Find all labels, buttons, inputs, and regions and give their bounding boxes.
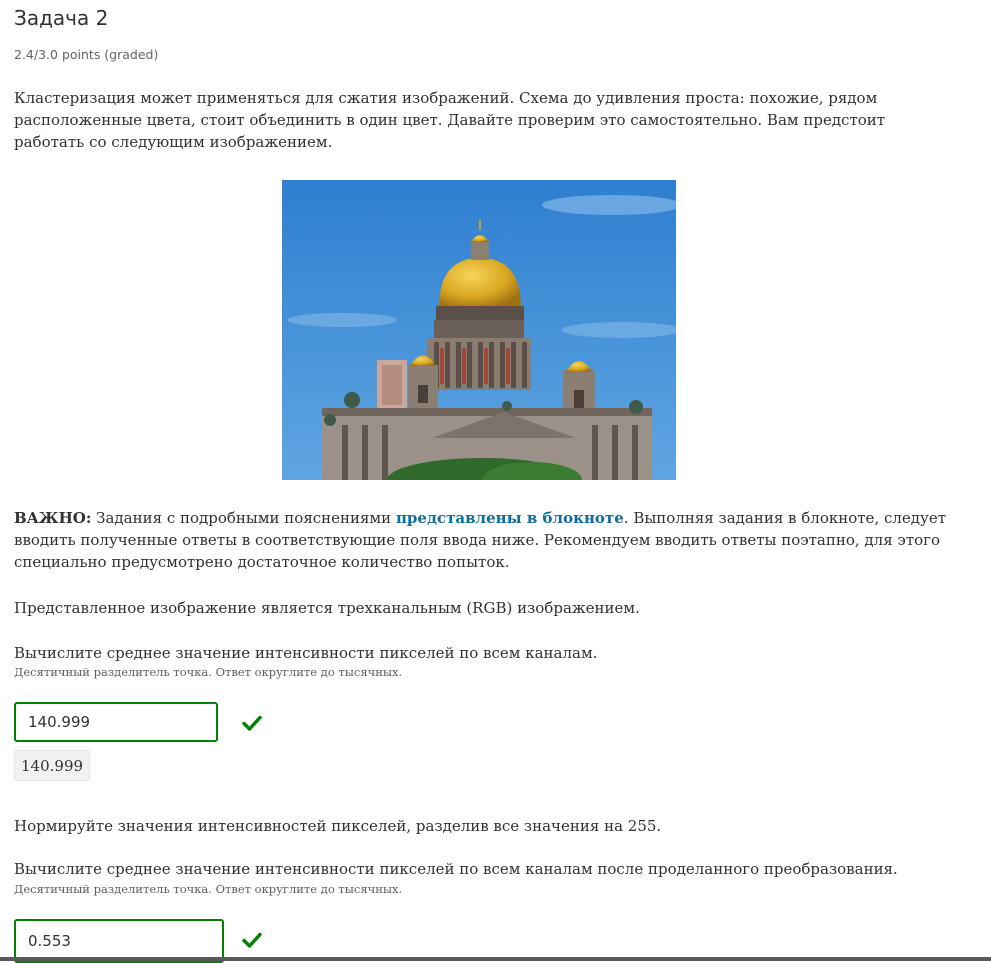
points-label: 2.4/3.0 points (graded) (14, 47, 159, 62)
important-label: ВАЖНО: (14, 509, 92, 527)
bottom-edge-bar (0, 957, 991, 961)
question1-prompt: Вычислите среднее значение интенсивности… (14, 644, 598, 662)
normalize-note: Нормируйте значения интенсивностей пиксе… (14, 817, 662, 835)
cathedral-image (282, 180, 676, 480)
question1-answer-input[interactable] (14, 702, 218, 742)
problem-title: Задача 2 (14, 6, 109, 30)
notebook-link[interactable]: представлены в блокноте (396, 509, 624, 527)
check-icon (242, 715, 262, 731)
check-icon (242, 932, 262, 948)
question2-prompt: Вычислите среднее значение интенсивности… (14, 860, 898, 878)
important-text: ВАЖНО: Задания с подробными пояснениями … (14, 507, 959, 573)
important-text-before: Задания с подробными пояснениями (91, 509, 396, 527)
intro-text: Кластеризация может применяться для сжат… (14, 89, 886, 151)
rgb-note: Представленное изображение является трех… (14, 599, 640, 617)
question2-hint: Десятичный разделитель точка. Ответ окру… (14, 882, 403, 896)
question1-answer-echo: 140.999 (14, 750, 91, 781)
question1-hint: Десятичный разделитель точка. Ответ окру… (14, 665, 403, 679)
cathedral-illustration (282, 180, 676, 480)
